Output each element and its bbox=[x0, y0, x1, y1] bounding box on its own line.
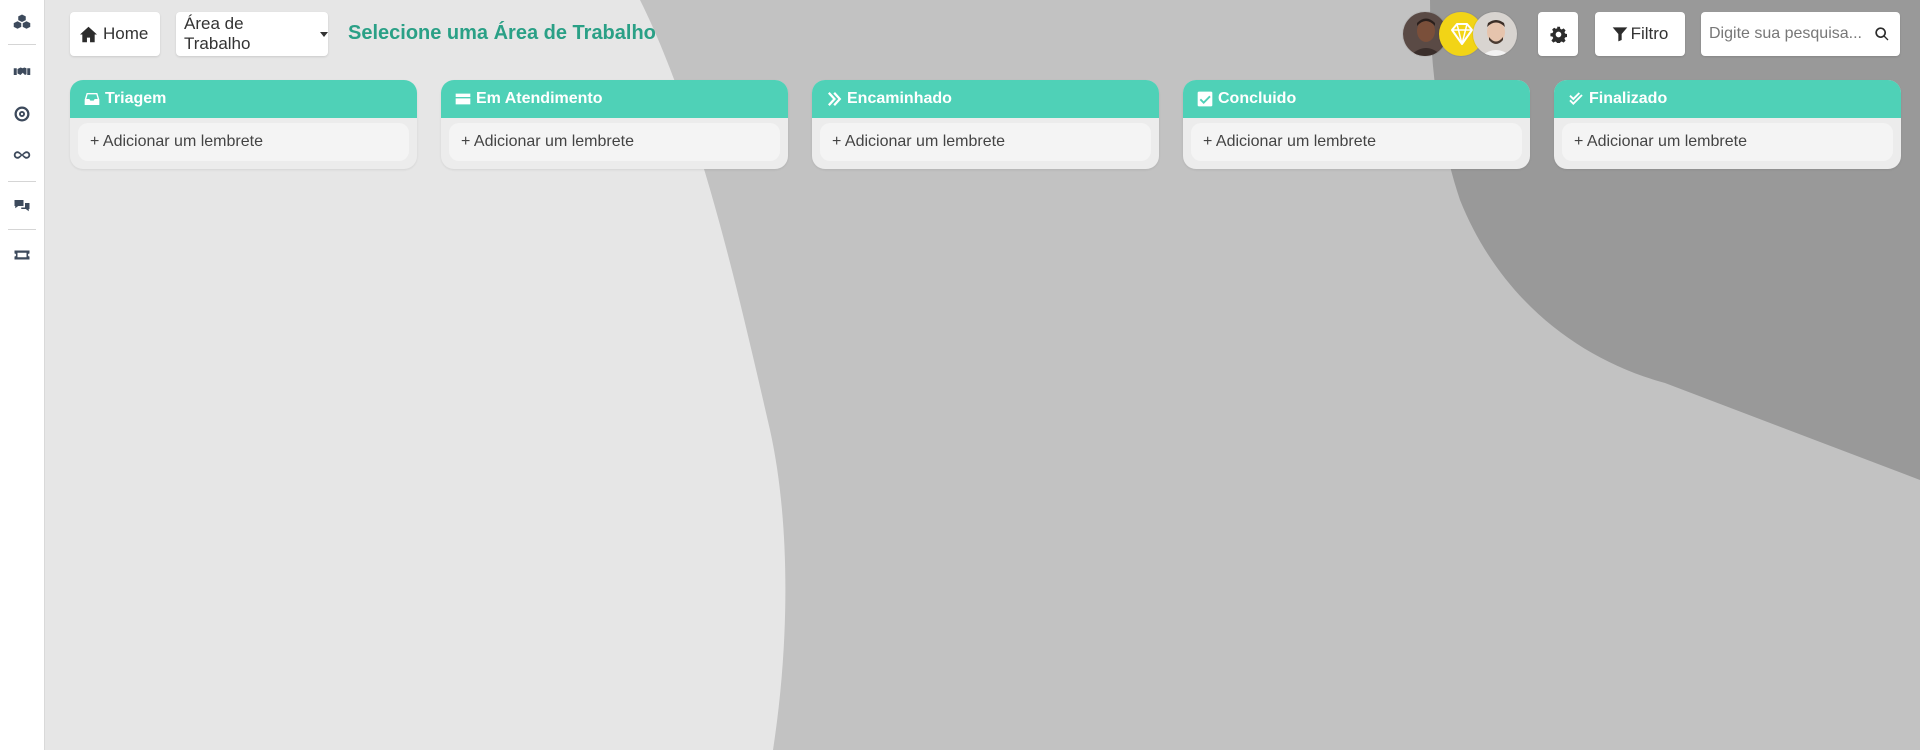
column-triagem: Triagem + Adicionar um lembrete bbox=[70, 80, 417, 169]
column-title: Finalizado bbox=[1589, 90, 1668, 107]
add-reminder-button[interactable]: + Adicionar um lembrete bbox=[449, 123, 780, 161]
avatar-group bbox=[1402, 11, 1520, 58]
checkbox-icon bbox=[1197, 91, 1213, 107]
add-reminder-button[interactable]: + Adicionar um lembrete bbox=[78, 123, 409, 161]
column-title: Em Atendimento bbox=[476, 90, 603, 107]
card-icon bbox=[455, 93, 471, 105]
chat-bubbles-icon bbox=[14, 200, 30, 212]
sidebar-item-tickets[interactable] bbox=[10, 244, 34, 266]
column-header: Encaminhado bbox=[812, 80, 1159, 118]
top-bar: Home Área de Trabalho Selecione uma Área… bbox=[45, 0, 1920, 70]
sidebar-divider bbox=[8, 229, 36, 230]
workspace-select[interactable]: Área de Trabalho bbox=[176, 12, 328, 56]
column-finalizado: Finalizado + Adicionar um lembrete bbox=[1554, 80, 1901, 169]
infinity-icon bbox=[13, 151, 31, 159]
sidebar-item-dashboard[interactable] bbox=[10, 11, 34, 33]
sidebar bbox=[0, 0, 45, 750]
funnel-icon bbox=[1612, 27, 1627, 42]
home-button[interactable]: Home bbox=[70, 12, 160, 56]
user-photo-icon bbox=[1473, 12, 1517, 56]
column-concluido: Concluido + Adicionar um lembrete bbox=[1183, 80, 1530, 169]
caret-down-icon bbox=[320, 32, 328, 37]
search-icon[interactable] bbox=[1874, 26, 1890, 42]
home-icon bbox=[80, 26, 97, 42]
handshake-icon bbox=[13, 67, 31, 75]
column-header: Concluido bbox=[1183, 80, 1530, 118]
column-header: Em Atendimento bbox=[441, 80, 788, 118]
sidebar-item-integrations[interactable] bbox=[10, 144, 34, 166]
sidebar-item-goals[interactable] bbox=[10, 103, 34, 125]
add-reminder-button[interactable]: + Adicionar um lembrete bbox=[820, 123, 1151, 161]
column-title: Concluido bbox=[1218, 90, 1297, 107]
ticket-icon bbox=[14, 250, 30, 260]
sidebar-divider bbox=[8, 44, 36, 45]
filter-button-label: Filtro bbox=[1630, 24, 1669, 43]
target-icon bbox=[14, 106, 30, 122]
home-button-label: Home bbox=[103, 24, 149, 43]
column-header: Triagem bbox=[70, 80, 417, 118]
add-reminder-button[interactable]: + Adicionar um lembrete bbox=[1562, 123, 1893, 161]
gear-icon bbox=[1549, 26, 1567, 43]
sidebar-divider bbox=[8, 181, 36, 182]
inbox-icon bbox=[84, 93, 100, 105]
sidebar-item-chats[interactable] bbox=[10, 195, 34, 217]
search-input[interactable] bbox=[1709, 25, 1867, 43]
avatar[interactable] bbox=[1472, 11, 1518, 57]
column-encaminhado: Encaminhado + Adicionar um lembrete bbox=[812, 80, 1159, 169]
sidebar-item-deals[interactable] bbox=[10, 61, 34, 83]
page-title: Selecione uma Área de Trabalho bbox=[348, 22, 656, 44]
search-box bbox=[1701, 12, 1900, 56]
filter-button[interactable]: Filtro bbox=[1595, 12, 1685, 56]
column-header: Finalizado bbox=[1554, 80, 1901, 118]
cubes-icon bbox=[13, 14, 31, 29]
add-reminder-button[interactable]: + Adicionar um lembrete bbox=[1191, 123, 1522, 161]
column-title: Triagem bbox=[105, 90, 167, 107]
column-title: Encaminhado bbox=[847, 90, 952, 107]
settings-button[interactable] bbox=[1538, 12, 1578, 56]
double-check-icon bbox=[1569, 92, 1583, 105]
workspace-select-label: Área de Trabalho bbox=[184, 14, 251, 53]
column-em-atendimento: Em Atendimento + Adicionar um lembrete bbox=[441, 80, 788, 169]
double-chevron-right-icon bbox=[828, 92, 842, 106]
